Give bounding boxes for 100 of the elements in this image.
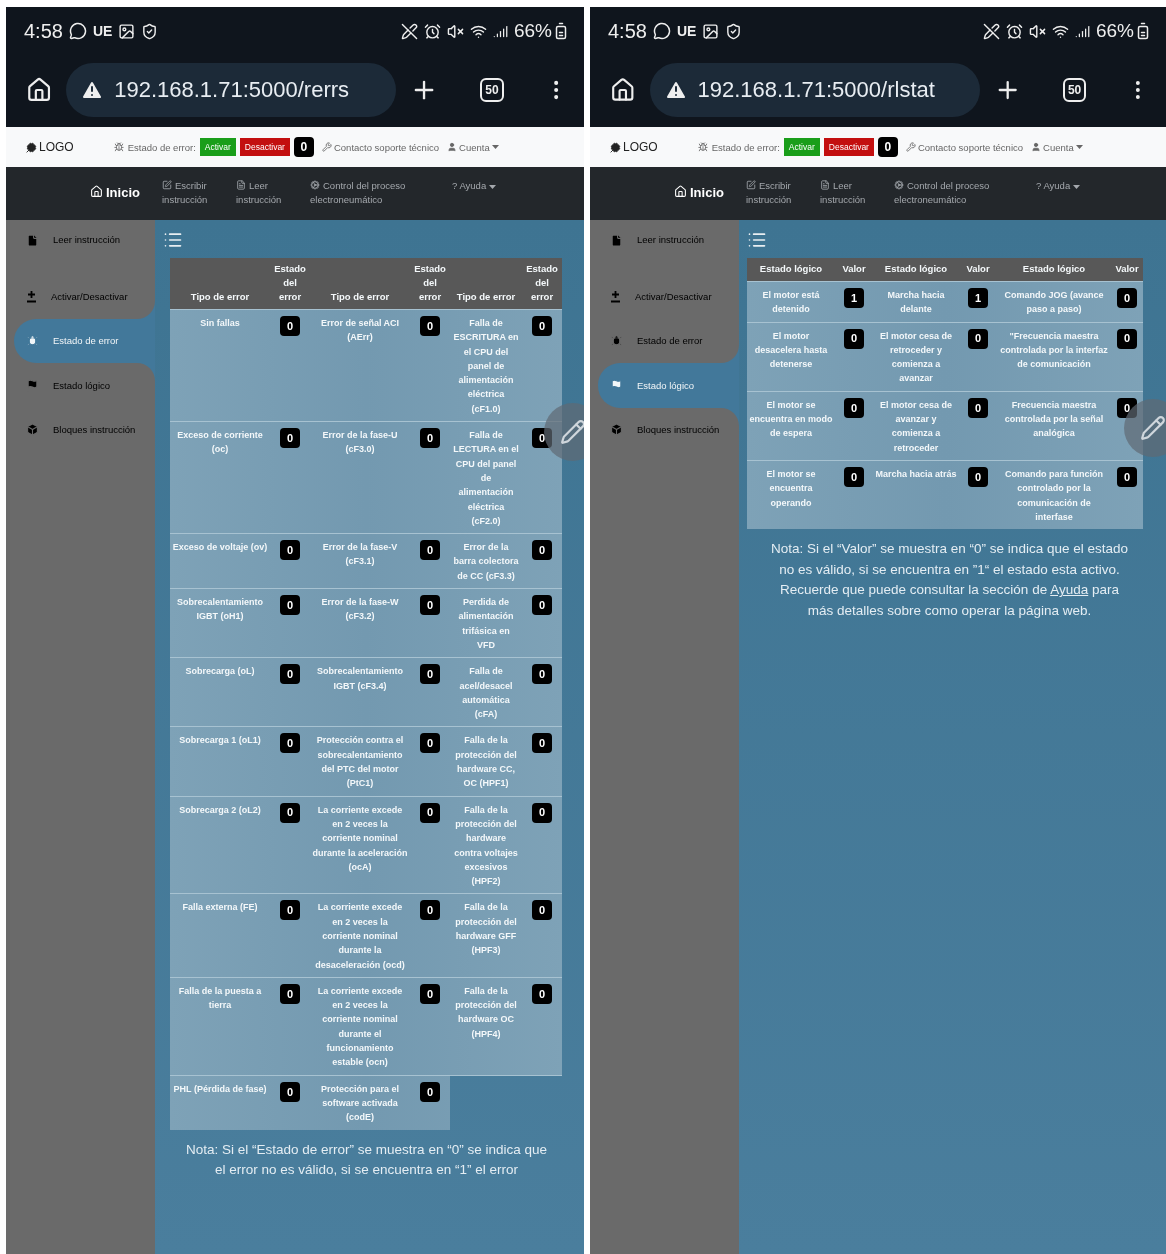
mute-icon	[1028, 22, 1046, 40]
value-badge: 0	[280, 540, 300, 561]
nav-link[interactable]: Control del proceso electroneumático	[894, 179, 1024, 207]
table-cell: Sobrecarga 2 (oL2)	[170, 796, 270, 894]
table-cell: "Frecuencia maestra controlada por la interfaz de comunicación	[997, 322, 1111, 392]
home-icon[interactable]	[26, 76, 53, 104]
sidebar-item[interactable]: Estado de error	[590, 318, 739, 363]
tab-count[interactable]: 50	[1062, 78, 1087, 102]
sidebar-item[interactable]: Bloques instrucción	[590, 407, 739, 452]
account-menu[interactable]: Cuenta	[1031, 141, 1083, 153]
document-icon	[26, 234, 39, 247]
nav-link[interactable]: Inicio	[674, 179, 734, 200]
nav-link[interactable]: ? Ayuda	[1036, 179, 1096, 193]
table-cell: Falla externa (FE)	[170, 893, 270, 978]
table-cell: Error de la fase-V (cF3.1)	[310, 533, 410, 589]
table-cell: El motor cesa de retroceder y comienza a avanzar	[873, 322, 959, 392]
table-cell: Falla de la protección del hardware CC, OC (HPF1)	[450, 726, 522, 797]
logo[interactable]: LOGO	[610, 140, 658, 154]
logo[interactable]: LOGO	[26, 140, 74, 154]
home-icon[interactable]	[610, 76, 636, 104]
value-badge: 0	[968, 397, 988, 418]
support-link[interactable]: Contacto soporte técnico	[321, 141, 440, 153]
edit-icon	[746, 180, 756, 190]
value-badge: 0	[532, 540, 552, 561]
column-header: Tipo de error	[310, 258, 410, 310]
url-text: 192.168.1.71:5000/rerrs	[114, 77, 350, 103]
table-cell: Sobrecarga (oL)	[170, 657, 270, 727]
table-cell: Falla de la protección del hardware GFF (HPF3)	[450, 893, 522, 978]
value-badge: 0	[532, 983, 552, 1004]
value-badge: 0	[844, 397, 864, 418]
nav-link[interactable]: Inicio	[90, 179, 150, 200]
nav-link[interactable]: ? Ayuda	[452, 179, 512, 193]
deactivate-button[interactable]: Desactivar	[823, 138, 874, 156]
carrier-label: UE	[92, 23, 113, 39]
value-badge: 0	[1117, 328, 1137, 349]
sidebar-item[interactable]: Estado de error	[14, 318, 155, 363]
sidebar-item[interactable]: Activar/Desactivar	[6, 274, 155, 319]
table-cell: Sobrecalentamiento IGBT (oH1)	[170, 588, 270, 658]
value-badge: 0	[532, 733, 552, 754]
alarm-icon	[423, 22, 441, 40]
tab-count[interactable]: 50	[480, 78, 504, 102]
nav-link[interactable]: Leer instrucción	[820, 179, 882, 207]
value-badge: 0	[280, 983, 300, 1004]
value-badge: 0	[844, 466, 864, 487]
column-header: Valor	[1111, 258, 1143, 282]
deactivate-button[interactable]: Desactivar	[239, 138, 290, 156]
table-cell: Falla de acel/desacel automática (cFA)	[450, 657, 522, 727]
value-badge: 0	[1117, 466, 1137, 487]
table-cell: Protección contra el sobrecalentamiento del PTC del motor (PtC1)	[310, 726, 410, 797]
value-badge: 0	[420, 540, 440, 561]
caret-icon	[488, 185, 496, 189]
value-badge: 0	[420, 664, 440, 685]
table-cell: Error de la barra colectora de CC (cF3.3)	[450, 533, 522, 589]
support-link[interactable]: Contacto soporte técnico	[905, 141, 1024, 153]
url-text: 192.168.1.71:5000/rlstat	[697, 77, 935, 103]
table-cell: Falla de la protección del hardware contra voltajes excesivos (HPF2)	[450, 796, 522, 894]
column-header: Valor	[835, 258, 873, 282]
value-badge: 0	[420, 900, 440, 921]
pen-off-icon	[982, 22, 1000, 40]
value-badge: 0	[280, 595, 300, 616]
table-cell: Sobrecarga 1 (oL1)	[170, 726, 270, 797]
column-header: Estado del error	[410, 258, 450, 310]
help-link[interactable]: Ayuda	[1050, 582, 1089, 598]
table-cell: Exceso de voltaje (ov)	[170, 533, 270, 589]
account-menu[interactable]: Cuenta	[447, 141, 499, 153]
address-bar[interactable]: 192.168.1.71:5000/rerrs	[66, 63, 397, 117]
table-cell: Perdida de alimentación trifásica en VFD	[450, 588, 522, 658]
table-cell: Error de la fase-W (cF3.2)	[310, 588, 410, 658]
edit-icon	[162, 180, 172, 190]
sidebar-item[interactable]: Estado lógico	[598, 363, 739, 408]
table-cell: Marcha hacia delante	[873, 281, 959, 323]
address-bar[interactable]: 192.168.1.71:5000/rlstat	[649, 63, 980, 117]
activate-button[interactable]: Activar	[783, 138, 820, 156]
sidebar-item[interactable]: Estado lógico	[6, 363, 155, 408]
table-cell: Comando para función controlado por la comunicación de interfase	[997, 460, 1111, 530]
pencil-icon	[560, 419, 584, 445]
list-icon[interactable]	[163, 230, 183, 250]
value-badge: 0	[420, 428, 440, 449]
signal-icon	[1074, 23, 1090, 39]
nav-link[interactable]: Escribir instrucción	[746, 179, 808, 207]
shield-icon	[725, 22, 743, 40]
nav-link[interactable]: Control del proceso electroneumático	[310, 179, 440, 207]
table-cell: El motor desacelera hasta detenerse	[747, 322, 835, 392]
alarm-icon	[1005, 22, 1023, 40]
chat-icon	[652, 22, 671, 40]
error-value: 0	[293, 137, 314, 157]
column-header: Tipo de error	[170, 258, 270, 310]
table-cell: El motor está detenido	[747, 281, 835, 323]
nav-link[interactable]: Escribir instrucción	[162, 179, 224, 207]
value-badge: 0	[532, 900, 552, 921]
column-header: Estado lógico	[747, 258, 835, 282]
table-cell: La corriente excede en 2 veces la corriente nominal durante la aceleración (ocA)	[310, 796, 410, 894]
column-header: Estado del error	[522, 258, 562, 310]
nav-link[interactable]: Leer instrucción	[236, 179, 298, 207]
list-icon[interactable]	[747, 230, 767, 250]
activate-button[interactable]: Activar	[199, 138, 236, 156]
value-badge: 0	[280, 664, 300, 685]
pen-off-icon	[400, 22, 418, 40]
error-label: Estado de error:	[711, 141, 780, 153]
cube-icon	[610, 423, 623, 437]
